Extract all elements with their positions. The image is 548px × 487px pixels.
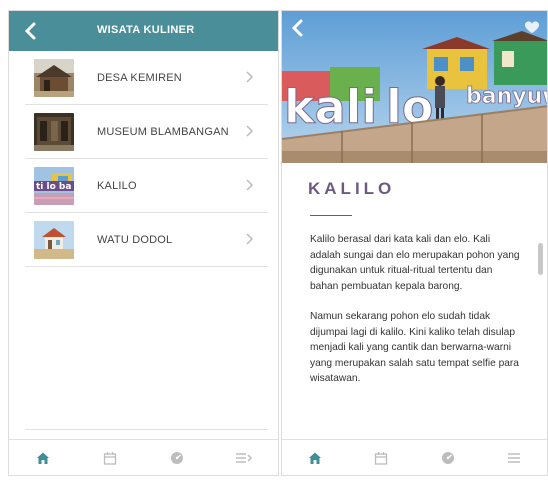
description-paragraph: Namun sekarang pohon elo sudah tidak dij…: [310, 311, 519, 384]
tab-menu[interactable]: [502, 448, 526, 468]
dashboard-icon: [441, 451, 454, 464]
calendar-icon: [375, 451, 388, 465]
tab-home[interactable]: [31, 448, 55, 468]
list-item-watu-dodol[interactable]: WATU DODOL: [25, 213, 268, 267]
list-item-label: MUSEUM BLAMBANGAN: [97, 125, 229, 138]
watu-dodol-thumbnail: [34, 220, 74, 259]
kalilo-hero-photo: kali lo banyuwangi: [282, 11, 547, 163]
list-item-kalilo[interactable]: ti lo ba KALILO: [25, 159, 268, 213]
place-title: KALILO: [308, 179, 396, 198]
detail-screen: kali lo banyuwangi KALILO: [281, 10, 548, 476]
back-icon[interactable]: [21, 20, 41, 42]
hero-image: kali lo banyuwangi: [282, 11, 547, 163]
svg-text:ti lo ba: ti lo ba: [36, 182, 71, 192]
description-paragraph: Kalilo berasal dari kata kali dan elo. K…: [310, 234, 520, 292]
list-item-label: DESA KEMIREN: [97, 71, 182, 84]
divider: [25, 429, 268, 430]
dashboard-icon: [171, 451, 184, 464]
menu-arrow-icon: [236, 452, 253, 463]
chevron-right-icon: [246, 179, 254, 191]
list-item-desa-kemiren[interactable]: DESA KEMIREN: [25, 51, 268, 105]
desa-kemiren-thumbnail: [34, 58, 74, 97]
tab-bar: [282, 439, 547, 475]
svg-text:banyuwangi: banyuwangi: [466, 84, 547, 109]
home-icon: [36, 452, 49, 464]
tab-menu[interactable]: [232, 448, 256, 468]
svg-text:kali: kali: [284, 80, 377, 134]
destination-list: DESA KEMIREN MUSEUM BLAMBANGAN ti lo ba …: [25, 51, 268, 267]
tab-calendar[interactable]: [98, 448, 122, 468]
kalilo-thumbnail: ti lo ba: [34, 166, 74, 205]
home-icon: [309, 452, 322, 464]
tab-dashboard[interactable]: [436, 448, 460, 468]
list-screen: WISATA KULINER DESA KEMIREN MUSEUM BLAMB…: [8, 10, 279, 476]
museum-blambangan-thumbnail: [34, 112, 74, 151]
list-item-museum-blambangan[interactable]: MUSEUM BLAMBANGAN: [25, 105, 268, 159]
chevron-right-icon: [246, 125, 254, 137]
page-title: WISATA KULINER: [97, 24, 195, 36]
place-description: Kalilo berasal dari kata kali dan elo. K…: [310, 232, 520, 402]
app-frame: WISATA KULINER DESA KEMIREN MUSEUM BLAMB…: [0, 0, 548, 487]
chevron-right-icon: [246, 71, 254, 83]
title-underline: [310, 215, 352, 216]
list-header: WISATA KULINER: [9, 11, 278, 51]
list-item-label: WATU DODOL: [97, 233, 173, 246]
tab-home[interactable]: [303, 448, 327, 468]
scrollbar[interactable]: [538, 243, 543, 275]
list-item-label: KALILO: [97, 179, 137, 192]
calendar-icon: [103, 451, 117, 465]
menu-icon: [507, 452, 520, 463]
tab-bar: [9, 439, 278, 475]
chevron-right-icon: [246, 233, 254, 245]
tab-dashboard[interactable]: [165, 448, 189, 468]
tab-calendar[interactable]: [369, 448, 393, 468]
